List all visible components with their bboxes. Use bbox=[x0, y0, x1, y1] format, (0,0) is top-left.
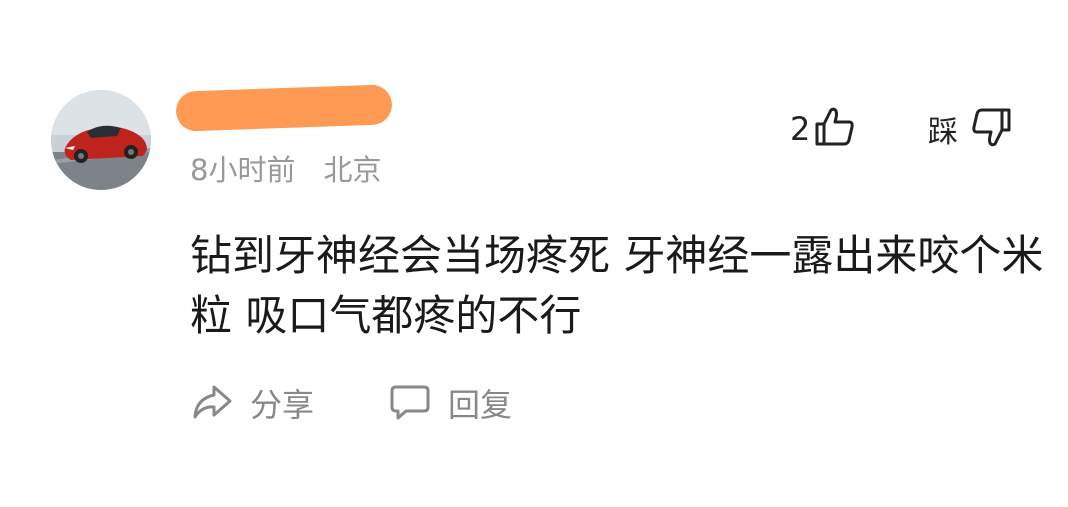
reply-label: 回复 bbox=[448, 386, 513, 424]
speech-bubble-icon bbox=[388, 379, 432, 427]
avatar[interactable] bbox=[51, 90, 151, 190]
comment-location: 北京 bbox=[323, 153, 382, 187]
thumbs-up-icon bbox=[812, 104, 858, 154]
dislike-button[interactable]: 踩 bbox=[928, 106, 1014, 152]
thumbs-down-icon bbox=[968, 104, 1014, 154]
dislike-label: 踩 bbox=[928, 115, 958, 150]
share-arrow-icon bbox=[190, 379, 234, 427]
reply-button[interactable]: 回复 bbox=[388, 378, 512, 428]
like-button[interactable]: 2 bbox=[790, 106, 858, 152]
comment-meta: 8小时前 北京 bbox=[190, 150, 381, 190]
like-count: 2 bbox=[790, 110, 811, 148]
comment-time: 8小时前 bbox=[190, 153, 296, 187]
share-button[interactable]: 分享 bbox=[190, 378, 314, 428]
comment-text: 钻到牙神经会当场疼死 牙神经一露出来咬个米粒 吸口气都疼的不行 bbox=[190, 231, 1044, 340]
previous-comment-cutoff bbox=[190, 0, 420, 4]
share-label: 分享 bbox=[250, 386, 315, 424]
username-redaction bbox=[175, 84, 393, 132]
